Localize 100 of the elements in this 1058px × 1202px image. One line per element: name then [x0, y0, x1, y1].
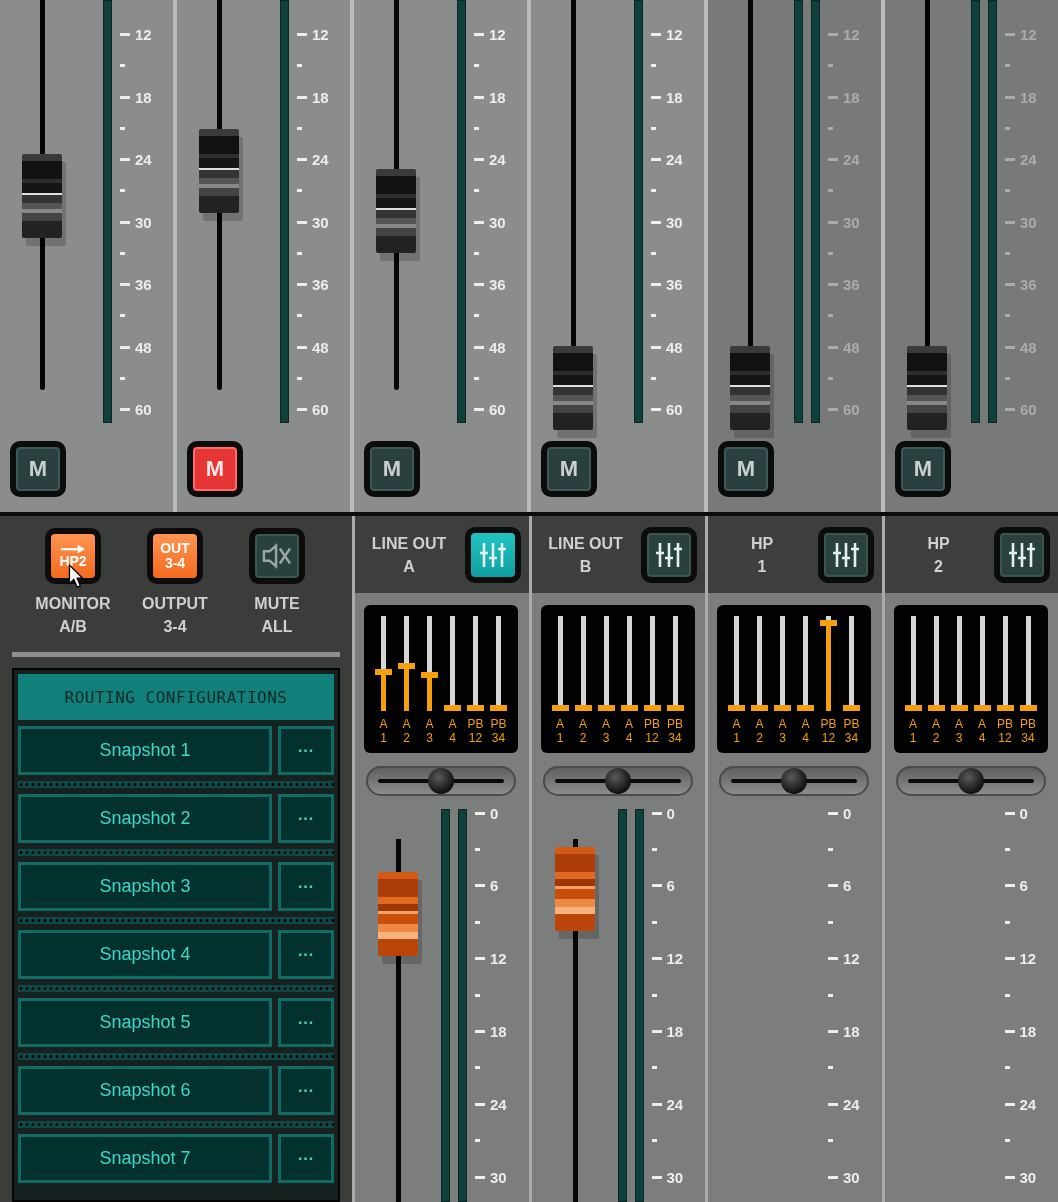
scale-tick — [1004, 1102, 1015, 1106]
send-handle[interactable] — [996, 705, 1014, 711]
scale-label: 18 — [666, 88, 683, 106]
scale-tick — [828, 345, 838, 349]
mixer-button[interactable] — [817, 526, 874, 583]
send-label: PB 12 — [820, 717, 837, 745]
fader-knob[interactable] — [730, 345, 770, 430]
snapshot-button[interactable]: Snapshot 4 — [18, 930, 272, 979]
send-handle[interactable] — [444, 705, 461, 711]
mixer-button[interactable] — [641, 526, 697, 583]
pan-knob[interactable] — [604, 768, 631, 794]
send-handle[interactable] — [490, 705, 507, 711]
menu-button[interactable]: ··· — [278, 794, 334, 843]
menu-button[interactable]: ··· — [278, 726, 334, 775]
scale-tick — [1005, 345, 1015, 349]
send-handle[interactable] — [574, 705, 592, 711]
send-handle[interactable] — [620, 705, 638, 711]
send-handle[interactable] — [751, 705, 768, 711]
scale-label: 48 — [489, 338, 506, 356]
menu-button[interactable]: ··· — [278, 1066, 334, 1115]
send-handle[interactable] — [597, 705, 615, 711]
send-handle[interactable] — [843, 705, 860, 711]
snapshot-button[interactable]: Snapshot 6 — [18, 1066, 272, 1115]
scale-label: 6 — [490, 877, 499, 895]
menu-button[interactable]: ··· — [278, 998, 334, 1047]
scale-tick — [651, 1175, 662, 1179]
scale-label: 12 — [666, 26, 683, 44]
snapshot-button[interactable]: Snapshot 3 — [18, 862, 272, 911]
send-handle[interactable] — [1019, 705, 1037, 711]
menu-button[interactable]: ··· — [278, 1134, 334, 1183]
send-handle[interactable] — [375, 669, 392, 676]
send-handle[interactable] — [950, 705, 968, 711]
send-label: A 1 — [379, 717, 388, 745]
scale-tick — [1005, 283, 1015, 287]
fader-knob[interactable] — [553, 345, 593, 430]
scale-label: 18 — [312, 88, 329, 106]
scale-label: 6 — [843, 877, 852, 895]
fader-knob[interactable] — [22, 153, 62, 238]
send-handle[interactable] — [551, 705, 569, 711]
scale-tick — [297, 189, 302, 193]
scale-tick — [828, 408, 838, 412]
scale-tick — [828, 811, 838, 815]
pan-slider[interactable] — [895, 766, 1046, 796]
mute-button[interactable]: M — [718, 441, 774, 497]
scale-label: 12 — [666, 950, 684, 968]
scale-tick — [1005, 64, 1010, 68]
mute-button[interactable]: M — [541, 441, 597, 497]
snapshot-button[interactable]: Snapshot 2 — [18, 794, 272, 843]
snapshot-button[interactable]: Snapshot 5 — [18, 998, 272, 1047]
scale-tick — [297, 376, 302, 380]
send-handle[interactable] — [820, 619, 837, 626]
mixer-button[interactable] — [464, 526, 521, 583]
send-handle[interactable] — [643, 705, 661, 711]
snapshot-button[interactable]: Snapshot 7 — [18, 1134, 272, 1183]
pan-knob[interactable] — [781, 768, 807, 794]
send-label: A 4 — [448, 717, 457, 745]
scale-tick — [297, 314, 302, 318]
pan-slider[interactable] — [542, 766, 693, 796]
pan-slider[interactable] — [366, 766, 516, 796]
mute-all-button[interactable] — [249, 528, 305, 584]
scale-tick — [120, 283, 130, 287]
scale-label: 18 — [490, 1023, 507, 1041]
pan-knob[interactable] — [957, 768, 984, 794]
scale-tick — [651, 993, 657, 997]
scale-tick — [828, 1102, 838, 1106]
scale-label: 18 — [489, 88, 506, 106]
mute-button[interactable]: M — [895, 441, 951, 497]
send-handle[interactable] — [467, 705, 484, 711]
send-handle[interactable] — [666, 705, 684, 711]
output-name: HP 2 — [926, 533, 951, 577]
pan-slider[interactable] — [719, 766, 869, 796]
mixer-button[interactable] — [994, 526, 1050, 583]
send-handle[interactable] — [927, 705, 945, 711]
send-handle[interactable] — [398, 663, 415, 670]
scale-tick — [1004, 920, 1010, 924]
scale-tick — [828, 1139, 833, 1143]
scale-tick — [1004, 884, 1015, 888]
send-handle[interactable] — [774, 705, 791, 711]
scale-label: 0 — [666, 804, 675, 822]
scale-tick — [828, 1066, 833, 1070]
scale-tick — [1005, 33, 1015, 37]
send-handle[interactable] — [797, 705, 814, 711]
menu-button[interactable]: ··· — [278, 862, 334, 911]
scale-tick — [474, 33, 484, 37]
mute-button[interactable]: M — [187, 441, 243, 497]
fader-knob[interactable] — [907, 345, 947, 430]
button-caption: OUTPUT 3-4 — [142, 594, 208, 637]
pan-knob[interactable] — [428, 768, 454, 794]
snapshot-button[interactable]: Snapshot 1 — [18, 726, 272, 775]
mute-button[interactable]: M — [10, 441, 66, 497]
send-handle[interactable] — [973, 705, 991, 711]
scale-tick — [828, 158, 838, 162]
mute-button[interactable]: M — [364, 441, 420, 497]
menu-button[interactable]: ··· — [278, 930, 334, 979]
fader-knob[interactable] — [199, 128, 239, 213]
fader-knob[interactable] — [376, 169, 416, 254]
send-handle[interactable] — [421, 672, 438, 679]
send-handle[interactable] — [904, 705, 922, 711]
send-handle[interactable] — [728, 705, 745, 711]
scale-tick — [828, 957, 838, 961]
